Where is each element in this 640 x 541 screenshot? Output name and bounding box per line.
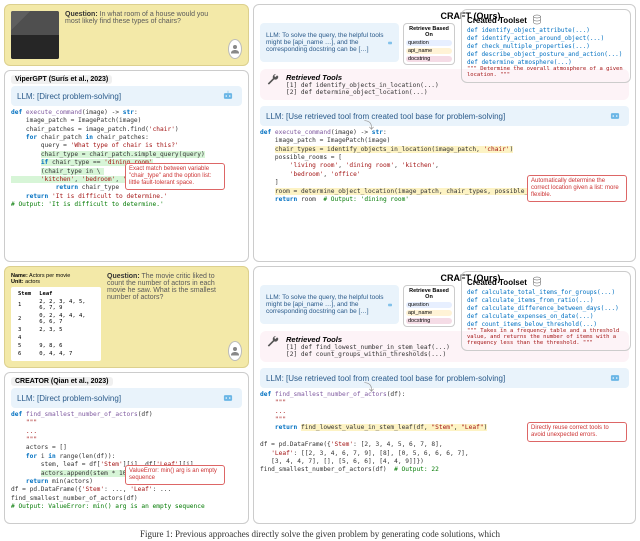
question-image-chairs [11, 11, 59, 59]
creator-llm-header: LLM: [Direct problem-solving] [11, 388, 242, 408]
database-icon [531, 14, 543, 26]
vipergpt-code: def execute_command(image) -> str: image… [11, 109, 242, 209]
created-toolset-top: Created Toolset def identify_object_attr… [461, 9, 631, 83]
user-icon [228, 39, 242, 59]
robot-icon [607, 109, 623, 123]
robot-icon [387, 36, 393, 50]
vipergpt-llm-header: LLM: [Direct problem-solving] [11, 86, 242, 106]
creator-annotation: ValueError: min() arg is an empty sequen… [125, 465, 225, 485]
retrieved-tool-item: [1] def identify_objects_in_location(...… [286, 82, 439, 89]
vipergpt-annotation: Exact match between variable "chair_type… [125, 163, 225, 190]
creator-panel: CREATOR (Qian et al., 2023) LLM: [Direct… [4, 372, 249, 524]
craft-llm1-header-top: LLM: To solve the query, the helpful too… [260, 23, 399, 62]
question-text-bottom: Question: The movie critic liked to coun… [107, 273, 222, 301]
retrieve-based-on-top: Retrieve Based On question api_name docs… [403, 23, 455, 65]
question-box-top: Question: In what room of a house would … [4, 4, 249, 66]
stem-leaf-table: StemLeaf 12, 2, 3, 4, 5, 6, 7, 9 20, 2, … [11, 287, 101, 361]
robot-icon [607, 371, 623, 385]
creator-code: def find_smallest_number_of_actors(df) "… [11, 411, 242, 511]
wrench-icon [266, 335, 280, 349]
vipergpt-citation: ViperGPT (Surís et al., 2023) [11, 75, 112, 84]
robot-icon [220, 391, 236, 405]
created-toolset-bottom: Created Toolset def calculate_total_item… [461, 271, 631, 351]
question-text-top: Question: In what room of a house would … [65, 11, 222, 25]
table-meta: Name: Actors per movie Unit: actors [11, 273, 101, 285]
question-box-bottom: Name: Actors per movie Unit: actors Stem… [4, 266, 249, 368]
robot-icon [220, 89, 236, 103]
craft-panel-bottom: CRAFT (Ours) Created Toolset def calcula… [253, 266, 636, 524]
craft-annotation-bottom: Directly reuse correct tools to avoid un… [527, 422, 627, 442]
retrieved-tool-item: [2] def count_groups_within_thresholds(.… [286, 351, 450, 358]
craft-llm2-header-top: LLM: [Use retrieved tool from created to… [260, 106, 629, 126]
retrieved-tool-item: [1] def find_lowest_number_in_stem_leaf(… [286, 344, 450, 351]
retrieve-based-on-bottom: Retrieve Based On question api_name docs… [403, 285, 455, 327]
retrieved-tool-item: [2] def determine_object_location(...) [286, 89, 439, 96]
creator-citation: CREATOR (Qian et al., 2023) [11, 377, 113, 386]
database-icon [531, 276, 543, 288]
figure-caption: Figure 1: Previous approaches directly s… [0, 529, 640, 539]
user-icon [228, 341, 242, 361]
craft-llm1-header-bottom: LLM: To solve the query, the helpful too… [260, 285, 399, 324]
wrench-icon [266, 73, 280, 87]
craft-annotation-top: Automatically determine the correct loca… [527, 175, 627, 202]
robot-icon [387, 298, 393, 312]
craft-panel-top: CRAFT (Ours) Created Toolset def identif… [253, 4, 636, 262]
vipergpt-panel: ViperGPT (Surís et al., 2023) LLM: [Dire… [4, 70, 249, 262]
craft-llm2-header-bottom: LLM: [Use retrieved tool from created to… [260, 368, 629, 388]
